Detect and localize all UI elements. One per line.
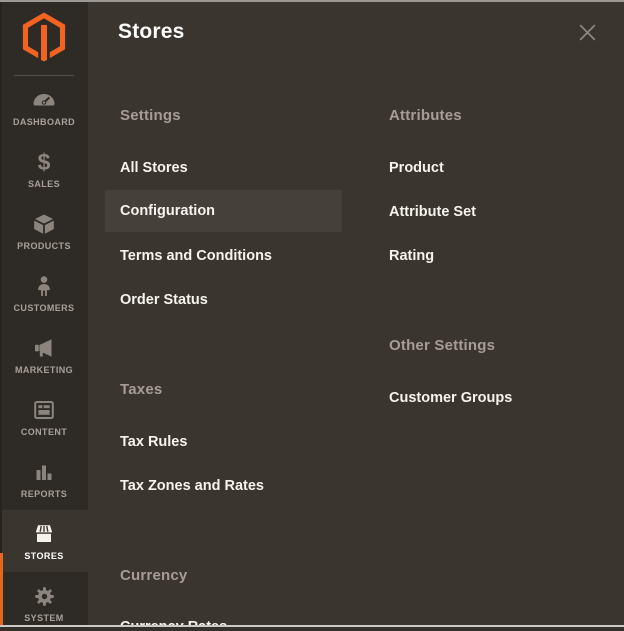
- sidebar-item-label: STORES: [24, 551, 63, 561]
- top-border: [0, 0, 624, 2]
- sidebar-item-content[interactable]: CONTENT: [0, 386, 88, 448]
- section-header-settings: Settings: [120, 107, 181, 124]
- sidebar-item-system[interactable]: SYSTEM: [0, 572, 88, 631]
- menu-link-tax-rules[interactable]: Tax Rules: [120, 434, 187, 450]
- bottom-edge: [0, 627, 624, 631]
- sidebar-item-label: SALES: [28, 179, 60, 189]
- stores-flyout-panel: Stores Settings All Stores Configuration…: [88, 0, 624, 625]
- menu-link-attribute-set[interactable]: Attribute Set: [389, 204, 476, 220]
- close-button[interactable]: [576, 21, 598, 43]
- menu-link-tax-zones-and-rates[interactable]: Tax Zones and Rates: [120, 478, 264, 494]
- sidebar-item-label: SYSTEM: [24, 613, 63, 623]
- sidebar-item-label: DASHBOARD: [13, 117, 75, 127]
- close-icon: [577, 22, 598, 43]
- orange-accent-strip: [0, 553, 3, 625]
- menu-link-rating[interactable]: Rating: [389, 248, 434, 264]
- box-icon: [32, 211, 56, 237]
- menu-link-order-status[interactable]: Order Status: [120, 292, 208, 308]
- menu-link-terms-and-conditions[interactable]: Terms and Conditions: [120, 248, 272, 264]
- layout-icon: [32, 397, 56, 423]
- sidebar-item-stores-active[interactable]: STORES: [0, 510, 88, 572]
- sidebar-item-customers[interactable]: CUSTOMERS: [0, 262, 88, 324]
- dollar-icon: $: [38, 149, 51, 175]
- section-header-taxes: Taxes: [120, 381, 162, 398]
- magento-logo-icon: [22, 12, 66, 62]
- sidebar-item-label: CUSTOMERS: [14, 303, 75, 313]
- section-header-currency: Currency: [120, 567, 187, 584]
- sidebar-menu: DASHBOARD $ SALES PRODUCTS: [0, 76, 88, 631]
- sidebar-item-sales[interactable]: $ SALES: [0, 138, 88, 200]
- sidebar-item-products[interactable]: PRODUCTS: [0, 200, 88, 262]
- page-title: Stores: [118, 20, 185, 44]
- sidebar-item-label: PRODUCTS: [17, 241, 71, 251]
- sidebar-item-label: MARKETING: [15, 365, 73, 375]
- sidebar-item-reports[interactable]: REPORTS: [0, 448, 88, 510]
- magento-logo-button[interactable]: [0, 0, 88, 74]
- menu-link-product[interactable]: Product: [389, 160, 444, 176]
- person-icon: [32, 273, 56, 299]
- magento-admin-stores-flyout: Stores Settings All Stores Configuration…: [0, 0, 624, 631]
- megaphone-icon: [32, 335, 56, 361]
- menu-link-customer-groups[interactable]: Customer Groups: [389, 390, 512, 406]
- admin-sidebar: DASHBOARD $ SALES PRODUCTS: [0, 0, 88, 625]
- window-left-edge: [0, 0, 2, 553]
- menu-link-configuration-label: Configuration: [120, 203, 215, 219]
- sidebar-item-label: REPORTS: [21, 489, 67, 499]
- sidebar-item-dashboard[interactable]: DASHBOARD: [0, 76, 88, 138]
- section-header-attributes: Attributes: [389, 107, 462, 124]
- gear-icon: [32, 583, 57, 609]
- menu-link-all-stores[interactable]: All Stores: [120, 160, 188, 176]
- gauge-icon: [32, 87, 56, 113]
- sidebar-item-label: CONTENT: [21, 427, 67, 437]
- section-header-other-settings: Other Settings: [389, 337, 495, 354]
- sidebar-item-marketing[interactable]: MARKETING: [0, 324, 88, 386]
- storefront-icon: [31, 521, 57, 547]
- bar-chart-icon: [32, 459, 56, 485]
- menu-link-configuration-highlighted[interactable]: Configuration: [105, 190, 342, 232]
